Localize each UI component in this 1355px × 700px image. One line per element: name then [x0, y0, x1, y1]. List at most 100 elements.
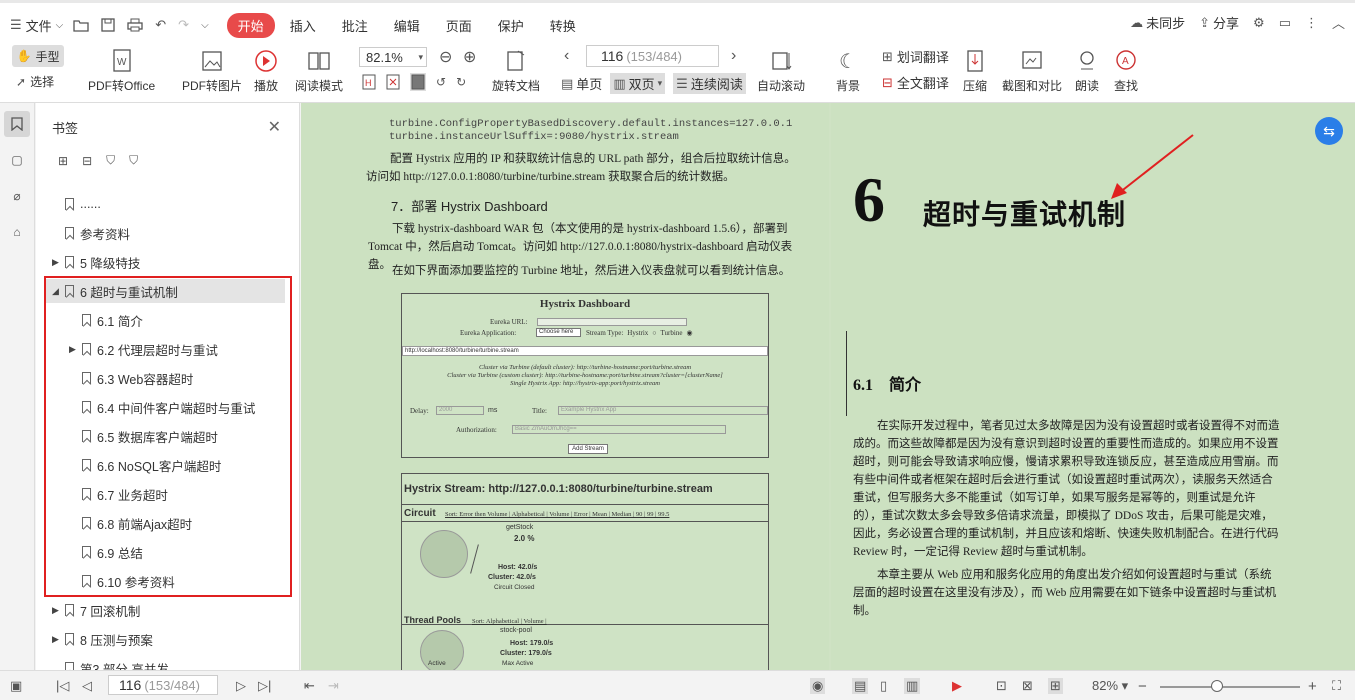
auto-scroll-button[interactable]: 自动滚动	[757, 47, 805, 94]
tab-annotate[interactable]: 批注	[331, 13, 379, 38]
tab-insert[interactable]: 插入	[279, 13, 327, 38]
play-button[interactable]: 播放	[254, 47, 278, 94]
double-page-button[interactable]: ▥ 双页 ▾	[610, 73, 666, 94]
continuous-read-button[interactable]: ☰ 连续阅读	[673, 73, 746, 94]
single-page-button[interactable]: ▤ 单页	[561, 74, 602, 93]
bookmark-item[interactable]: 第3 部分 高并发	[36, 656, 286, 670]
bookmark-item[interactable]: 6.1 简介	[36, 308, 286, 332]
bookmark-item[interactable]: ......	[36, 192, 286, 216]
last-page-icon[interactable]: ▷|	[258, 678, 271, 694]
undo-icon[interactable]: ↶	[155, 17, 166, 33]
sync-button[interactable]: ☁ 未同步	[1130, 13, 1185, 32]
forward-icon[interactable]: ⇥	[328, 678, 339, 694]
floating-tool-button[interactable]: ⇆	[1315, 117, 1343, 145]
word-translate-button[interactable]: ⊞ 划词翻译	[882, 47, 949, 66]
read-aloud-button[interactable]: 朗读	[1075, 47, 1099, 94]
tab-convert[interactable]: 转换	[539, 13, 587, 38]
fit-width-icon[interactable]: H	[362, 73, 376, 91]
expand-arrow-icon[interactable]: ▶	[52, 605, 62, 616]
open-folder-icon[interactable]	[73, 18, 89, 32]
bookmark-item[interactable]: ▶ 7 回滚机制	[36, 598, 286, 622]
fullscreen-icon[interactable]: ⛶	[1332, 678, 1341, 694]
expand-arrow-icon[interactable]: ▶	[52, 257, 62, 268]
bookmark-item[interactable]: ▶ 8 压测与预案	[36, 627, 286, 651]
document-viewport[interactable]: turbine.ConfigPropertyBasedDiscovery.def…	[301, 103, 1355, 670]
share-button[interactable]: ⇪ 分享	[1199, 13, 1239, 32]
read-mode-button[interactable]: 阅读模式	[295, 47, 343, 94]
first-page-icon[interactable]: |◁	[56, 678, 69, 694]
prev-page-icon[interactable]: ◁	[82, 678, 92, 694]
tab-page[interactable]: 页面	[435, 13, 483, 38]
bookmark-item[interactable]: ▶ 6.2 代理层超时与重试	[36, 337, 286, 361]
prev-page-icon[interactable]: ‹	[564, 47, 569, 65]
play-slideshow-icon[interactable]: ▶	[952, 678, 962, 694]
actual-size-icon[interactable]	[410, 73, 426, 91]
bookmark-item[interactable]: 6.8 前端Ajax超时	[36, 511, 286, 535]
page-number-input[interactable]: 116 (153/484)	[586, 45, 719, 67]
comment-icon[interactable]: ▭	[1279, 15, 1291, 31]
fit-page-status-icon[interactable]: ⊠	[1022, 678, 1033, 694]
full-translate-button[interactable]: ⊟ 全文翻译	[882, 73, 949, 92]
redo-icon[interactable]: ↷	[178, 17, 189, 33]
zoom-slider-track[interactable]	[1160, 686, 1300, 688]
signature-panel-button[interactable]: ⌂	[4, 219, 30, 245]
bookmark-panel-button[interactable]	[4, 111, 30, 137]
tab-start[interactable]: 开始	[226, 12, 275, 38]
bookmark-item[interactable]: ▶ 5 降级特技	[36, 250, 286, 274]
eye-protect-icon[interactable]: ◉	[810, 678, 826, 694]
close-icon[interactable]: ✕	[268, 117, 281, 137]
save-icon[interactable]	[101, 18, 115, 32]
zoom-in-icon[interactable]: +	[1308, 678, 1317, 695]
rotate-doc-button[interactable]: 旋转文档	[492, 47, 540, 94]
pdf-to-office-button[interactable]: W PDF转Office	[88, 47, 155, 94]
sidebar-toggle-icon[interactable]: ▣	[10, 678, 22, 694]
continuous-view-icon[interactable]: ▤	[852, 678, 869, 694]
file-menu[interactable]: ☰ 文件 ⌵	[10, 16, 63, 35]
bookmark-item[interactable]: 6.10 参考资料	[36, 569, 286, 593]
status-page-input[interactable]: 116 (153/484)	[108, 675, 218, 695]
tab-protect[interactable]: 保护	[487, 13, 535, 38]
zoom-select[interactable]: 82.1% ▾	[359, 47, 427, 67]
bookmark-item[interactable]: ◢ 6 超时与重试机制	[46, 279, 285, 303]
collapse-all-icon[interactable]: ⊟	[82, 153, 92, 168]
bookmark-item[interactable]: 6.9 总结	[36, 540, 286, 564]
rotate-left-icon[interactable]: ↺	[436, 73, 446, 91]
bookmark-item[interactable]: 参考资料	[36, 221, 286, 245]
hand-tool-button[interactable]: ✋ 手型	[12, 45, 64, 67]
zoom-out-icon[interactable]: −	[1138, 678, 1147, 695]
expand-arrow-icon[interactable]: ◢	[52, 286, 62, 297]
more-chevron-icon[interactable]: ⌵	[201, 20, 209, 31]
expand-arrow-icon[interactable]: ▶	[69, 344, 79, 355]
bookmark-item[interactable]: 6.6 NoSQL客户端超时	[36, 453, 286, 477]
tab-edit[interactable]: 编辑	[383, 13, 431, 38]
bookmark-item[interactable]: 6.3 Web容器超时	[36, 366, 286, 390]
find-button[interactable]: A 查找	[1114, 47, 1138, 94]
fit-width-status-icon[interactable]: ⊡	[996, 678, 1007, 694]
add-bookmark-icon[interactable]: ⛉	[106, 153, 115, 168]
thumbnail-panel-button[interactable]: ▢	[4, 147, 30, 173]
pdf-to-image-button[interactable]: PDF转图片	[182, 47, 242, 94]
collapse-ribbon-icon[interactable]: ︿	[1332, 13, 1345, 32]
background-button[interactable]: ☾ 背景	[836, 47, 860, 94]
screenshot-compare-button[interactable]: 截图和对比	[1002, 47, 1062, 94]
more-icon[interactable]: ⋮	[1305, 15, 1318, 31]
attachment-panel-button[interactable]: ⌀	[4, 183, 30, 209]
next-page-icon[interactable]: ›	[731, 47, 736, 65]
expand-all-icon[interactable]: ⊞	[58, 153, 68, 168]
next-page-icon[interactable]: ▷	[236, 678, 246, 694]
bookmark-item[interactable]: 6.7 业务超时	[36, 482, 286, 506]
print-icon[interactable]	[127, 18, 143, 32]
actual-size-status-icon[interactable]: ⊞	[1048, 678, 1063, 694]
single-view-icon[interactable]: ▯	[880, 678, 887, 694]
select-tool-button[interactable]: ➚ 选择	[16, 73, 54, 90]
back-icon[interactable]: ⇤	[304, 678, 315, 694]
double-view-icon[interactable]: ▥	[904, 678, 921, 694]
compress-button[interactable]: 压缩	[963, 47, 987, 94]
bookmark-item[interactable]: 6.4 中间件客户端超时与重试	[36, 395, 286, 419]
rotate-right-icon[interactable]: ↻	[456, 73, 466, 91]
zoom-out-icon[interactable]: ⊖	[439, 47, 452, 67]
fit-page-icon[interactable]	[386, 73, 400, 91]
zoom-in-icon[interactable]: ⊕	[463, 47, 476, 67]
bookmark-item[interactable]: 6.5 数据库客户端超时	[36, 424, 286, 448]
settings-icon[interactable]: ⚙	[1253, 15, 1265, 31]
